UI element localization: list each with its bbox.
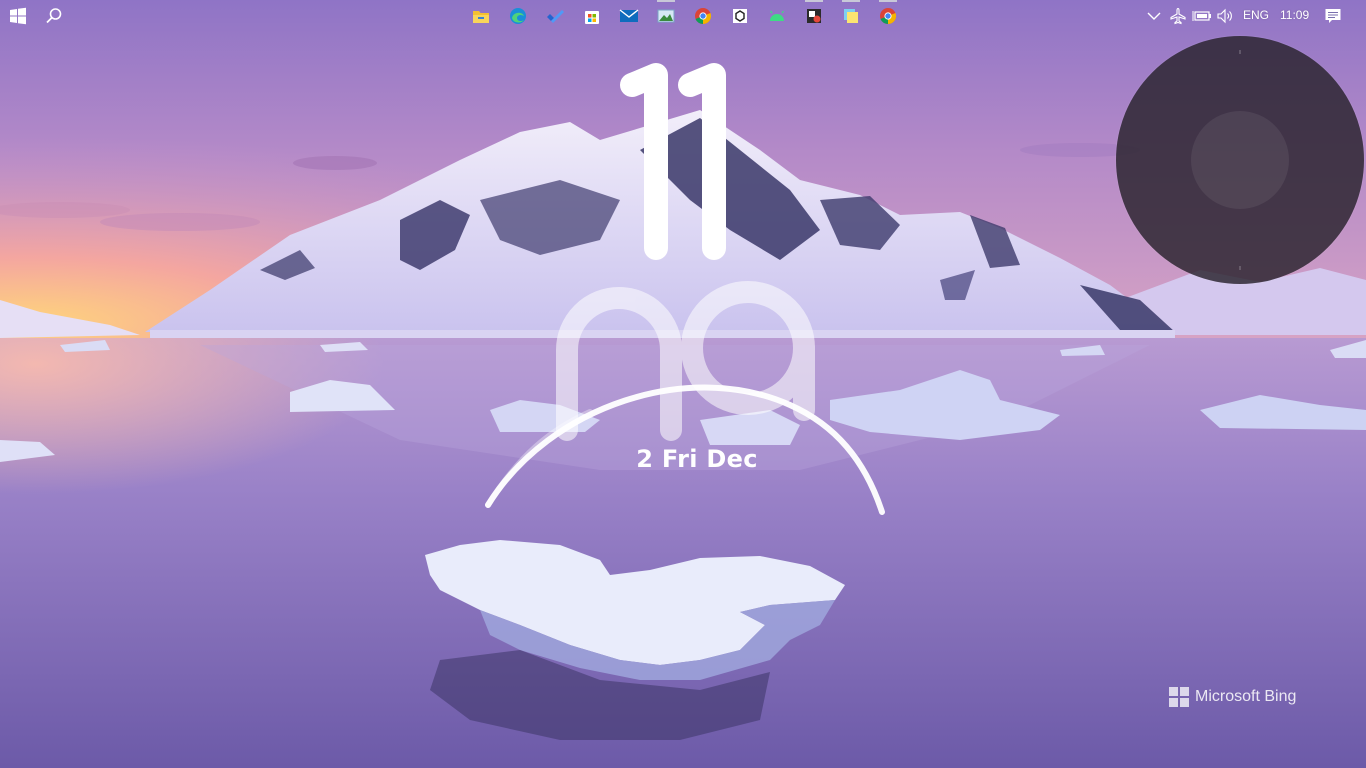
search-icon[interactable] (42, 4, 66, 28)
notifications-icon[interactable] (1321, 4, 1345, 28)
file-explorer-icon[interactable] (469, 4, 493, 28)
volume-icon[interactable] (1213, 4, 1237, 28)
widget-tick (1239, 50, 1241, 54)
store-icon[interactable] (580, 4, 604, 28)
chevron-up-icon[interactable] (1142, 4, 1166, 28)
clock-date: 2 Fri Dec (636, 445, 758, 473)
circular-widget[interactable] (1116, 36, 1364, 284)
airplane-mode-icon[interactable] (1166, 4, 1190, 28)
snipping-icon[interactable] (802, 0, 826, 28)
chrome-icon[interactable] (691, 4, 715, 28)
bing-watermark-text: Microsoft Bing (1195, 688, 1297, 705)
windows-logo-icon[interactable] (6, 4, 30, 28)
unity-icon[interactable] (728, 4, 752, 28)
clock-hour-digits (620, 63, 726, 260)
microsoft-logo-icon (1169, 687, 1189, 707)
sticky-notes-icon[interactable] (839, 0, 863, 28)
language-indicator[interactable]: ENG (1243, 8, 1269, 22)
chrome-icon[interactable] (876, 0, 900, 28)
battery-icon[interactable] (1190, 4, 1214, 28)
clock-time[interactable]: 11:09 (1280, 8, 1309, 22)
photos-icon[interactable] (654, 0, 678, 28)
todo-icon[interactable] (543, 4, 567, 28)
widget-tick (1239, 266, 1241, 270)
mail-icon[interactable] (617, 4, 641, 28)
bing-watermark[interactable]: Microsoft Bing (1169, 686, 1296, 708)
android-icon[interactable] (765, 4, 789, 28)
clock-widget: 2 Fri Dec (480, 60, 900, 530)
taskbar: ENG 11:09 (0, 0, 1366, 32)
widget-inner-circle (1191, 111, 1289, 209)
edge-icon[interactable] (506, 4, 530, 28)
